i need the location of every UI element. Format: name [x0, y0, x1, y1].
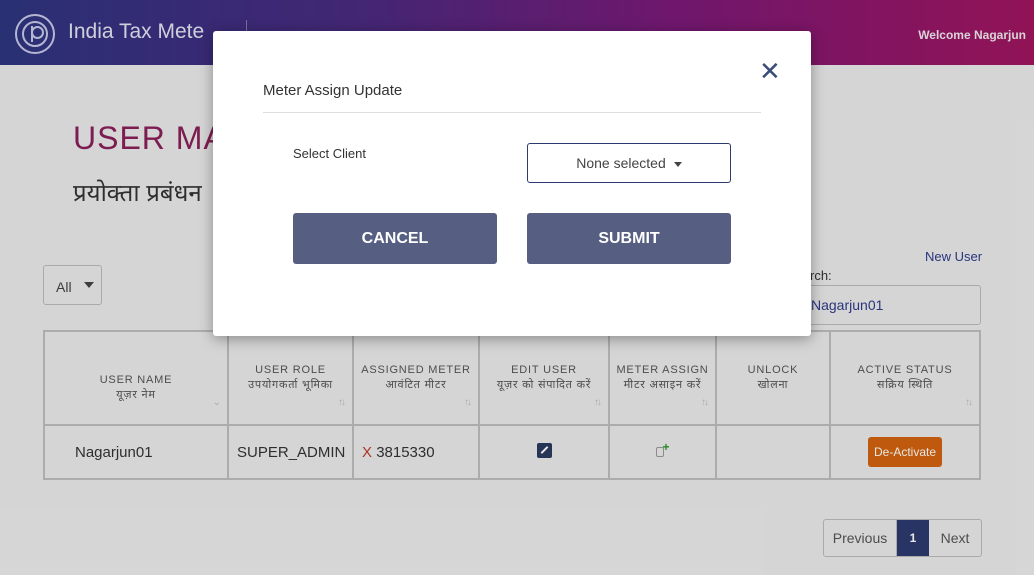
submit-button[interactable]: SUBMIT	[527, 213, 731, 264]
select-client-value: None selected	[576, 155, 666, 171]
meter-assign-modal: Meter Assign Update ✕ Select Client None…	[213, 31, 811, 336]
caret-down-icon	[673, 161, 682, 167]
select-client-dropdown[interactable]: None selected	[527, 143, 731, 183]
modal-divider	[263, 112, 761, 113]
close-icon[interactable]: ✕	[759, 58, 781, 84]
cancel-button[interactable]: CANCEL	[293, 213, 497, 264]
select-client-label: Select Client	[293, 146, 366, 161]
modal-title: Meter Assign Update	[263, 82, 403, 99]
